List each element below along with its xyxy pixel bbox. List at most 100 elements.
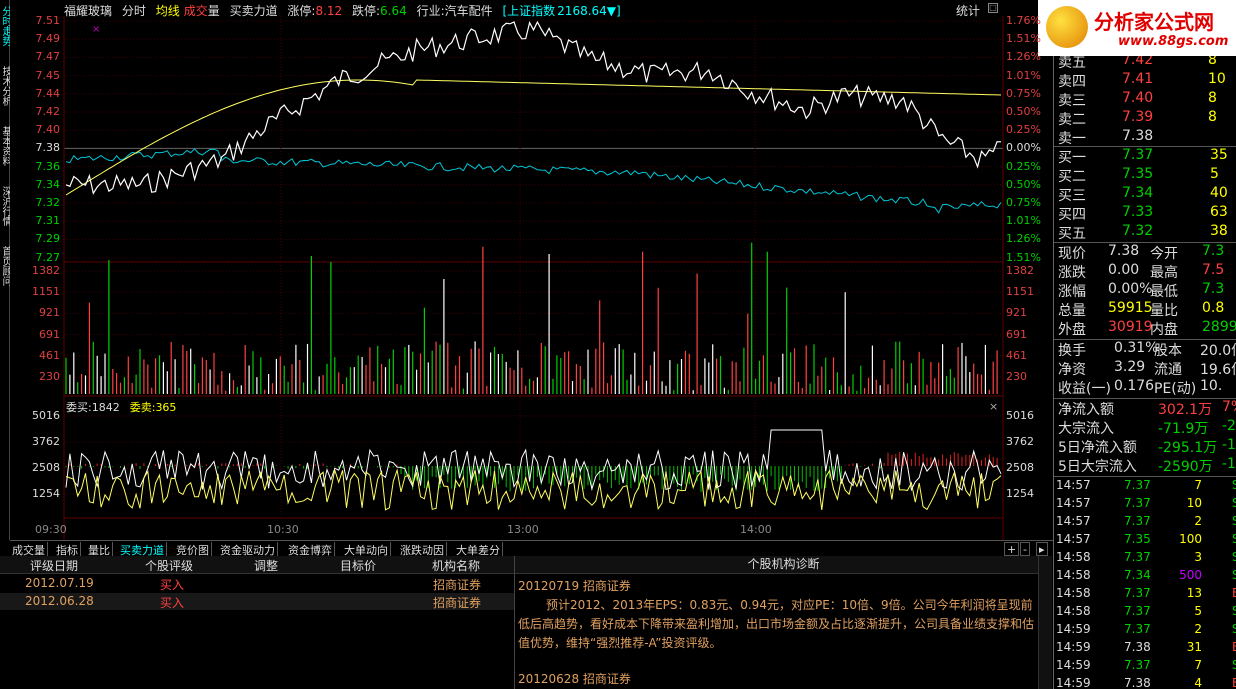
tick-price: 7.37 [1124, 622, 1151, 636]
ask-level[interactable]: 卖一 7.38 [1058, 128, 1236, 147]
tick-row[interactable]: 14:57 7.35 100 S [1056, 531, 1236, 549]
ratings-table-header: 评级日期 个股评级 调整 目标价 机构名称 [0, 556, 514, 574]
quote-value: 2899 [1202, 319, 1236, 335]
volume-tick-label: 230 [39, 370, 60, 383]
quote-value: 59915 [1108, 300, 1153, 316]
volume-tick-label: 691 [1006, 327, 1027, 341]
ask-label: 委卖: [129, 401, 156, 414]
tick-volume: 3 [1194, 550, 1202, 564]
tick-row[interactable]: 14:57 7.37 7 S [1056, 477, 1236, 495]
price-tick-label: 7.51 [35, 14, 61, 27]
tick-row[interactable]: 14:59 7.37 7 S [1056, 657, 1236, 675]
bid-label: 买一 [1058, 150, 1086, 166]
tick-volume: 7 [1194, 658, 1202, 672]
ask-level[interactable]: 卖三 7.40 8 [1058, 90, 1236, 109]
tick-row[interactable]: 14:58 7.34 500 S [1056, 567, 1236, 585]
table-row[interactable]: 2012.07.19 买入 招商证券 [0, 575, 514, 592]
tick-price: 7.37 [1124, 604, 1151, 618]
tick-side: B [1232, 586, 1236, 600]
ask-volume: 8 [1208, 90, 1217, 106]
table-row[interactable]: 2012.06.28 买入 招商证券 [0, 593, 514, 610]
tick-row[interactable]: 14:58 7.37 3 S [1056, 549, 1236, 567]
tab-change-cause[interactable]: 涨跌动因 [398, 542, 447, 557]
tab-indicator[interactable]: 指标 [54, 542, 81, 557]
tick-side: S [1232, 568, 1236, 582]
tab-fund-game[interactable]: 资金博弈 [286, 542, 335, 557]
tick-row[interactable]: 14:58 7.37 13 B [1056, 585, 1236, 603]
quote-row[interactable]: 净资 3.29 流通 19.6亿 [1058, 359, 1236, 378]
tick-row[interactable]: 14:57 7.37 10 S [1056, 495, 1236, 513]
diagnosis-scrollbar[interactable] [1038, 556, 1052, 689]
quote-row[interactable]: 涨跌 0.00 最高 7.5 [1058, 262, 1236, 281]
bid-level[interactable]: 买五 7.32 38 [1058, 223, 1236, 242]
bid-price: 7.33 [1122, 204, 1154, 220]
quote-row[interactable]: 换手 0.31%股本 20.0亿 [1058, 340, 1236, 359]
pct-tick-label: 1.51% [1006, 32, 1041, 46]
bid-level[interactable]: 买四 7.33 63 [1058, 204, 1236, 223]
flow-row[interactable]: 5日大宗流入 -2590万 -10% [1058, 456, 1236, 475]
tick-volume: 4 [1194, 676, 1202, 689]
vtab-market[interactable]: 深沪行情 [0, 186, 10, 238]
bid-level[interactable]: 买三 7.34 40 [1058, 185, 1236, 204]
tick-side: S [1232, 514, 1236, 528]
quote-value: 0.31% [1114, 340, 1159, 356]
quote-key: 涨跌 [1058, 265, 1086, 281]
bid-level[interactable]: 买一 7.37 35 [1058, 147, 1236, 166]
quote-row[interactable]: 外盘 30919 内盘 2899 [1058, 319, 1236, 338]
tick-row[interactable]: 14:59 7.38 4 B [1056, 675, 1236, 689]
bid-label: 委买: [66, 401, 92, 414]
quote-row[interactable]: 涨幅 0.00% 最低 7.3 [1058, 281, 1236, 300]
zoom-out-button[interactable]: - [1020, 542, 1030, 556]
ask-level[interactable]: 卖四 7.41 10 [1058, 71, 1236, 90]
diagnosis-entry-head: 20120719 招商证券 [518, 579, 631, 593]
col-date: 评级日期 [30, 559, 79, 573]
row-org: 招商证券 [433, 596, 482, 610]
flow-row[interactable]: 净流入额 302.1万 7% [1058, 399, 1236, 418]
bid-label: 买四 [1058, 207, 1086, 223]
ask-level[interactable]: 卖二 7.39 8 [1058, 109, 1236, 128]
quote-value: 3.29 [1114, 359, 1146, 375]
ask-price: 7.39 [1122, 109, 1154, 125]
tick-time: 14:57 [1056, 514, 1091, 528]
col-adjust: 调整 [254, 559, 279, 573]
tick-time: 14:58 [1056, 550, 1091, 564]
tick-volume: 2 [1194, 514, 1202, 528]
tick-volume: 31 [1186, 640, 1202, 654]
tick-time: 14:58 [1056, 568, 1091, 582]
volume-tick-label: 461 [39, 348, 60, 362]
tab-big-order-trend[interactable]: 大单动向 [342, 542, 391, 557]
tick-price: 7.34 [1124, 568, 1151, 582]
quote-row[interactable]: 现价 7.38 今开 7.3 [1058, 243, 1236, 262]
flow-row[interactable]: 大宗流入 -71.9万 -2% [1058, 418, 1236, 437]
tick-row[interactable]: 14:59 7.38 31 B [1056, 639, 1236, 657]
tab-volume-ratio[interactable]: 量比 [86, 542, 113, 557]
tick-time: 14:59 [1056, 622, 1091, 636]
flow-pct: -10% [1222, 456, 1236, 472]
flow-row[interactable]: 5日净流入额 -295.1万 -1% [1058, 437, 1236, 456]
tab-buy-sell-force[interactable]: 买卖力道 [118, 542, 167, 557]
tick-row[interactable]: 14:57 7.37 2 S [1056, 513, 1236, 531]
tick-price: 7.35 [1124, 532, 1151, 546]
tab-fund-drive[interactable]: 资金驱动力 [218, 542, 278, 557]
price-tick-label: 7.42 [35, 105, 61, 118]
tab-volume[interactable]: 成交量 [10, 542, 48, 557]
tab-big-order-diff[interactable]: 大单差分 [454, 542, 503, 557]
quote-key: 外盘 [1058, 322, 1086, 338]
indicator-tick-label: 1254 [32, 487, 60, 500]
scroll-right-button[interactable]: ▸ [1036, 542, 1048, 556]
pct-tick-label: 1.76% [1006, 14, 1041, 27]
pct-tick-label: 1.26% [1006, 232, 1041, 246]
tick-row[interactable]: 14:59 7.37 2 S [1056, 621, 1236, 639]
bid-level[interactable]: 买二 7.35 5 [1058, 166, 1236, 185]
diagnosis-body: 20120719 招商证券 预计2012、2013年EPS：0.83元、0.94… [518, 577, 1038, 689]
tick-price: 7.37 [1124, 478, 1151, 492]
quote-row[interactable]: 收益(一) 0.176 PE(动) 10. [1058, 378, 1236, 397]
quote-key: 今开 [1150, 246, 1178, 262]
tick-time: 14:59 [1056, 676, 1091, 689]
tab-auction[interactable]: 竞价图 [174, 542, 212, 557]
tick-time: 14:57 [1056, 532, 1091, 546]
quote-row[interactable]: 总量 59915 量比 0.8 [1058, 300, 1236, 319]
tick-row[interactable]: 14:58 7.37 5 S [1056, 603, 1236, 621]
zoom-in-button[interactable]: + [1004, 542, 1020, 556]
volume-tick-label: 921 [39, 306, 60, 320]
